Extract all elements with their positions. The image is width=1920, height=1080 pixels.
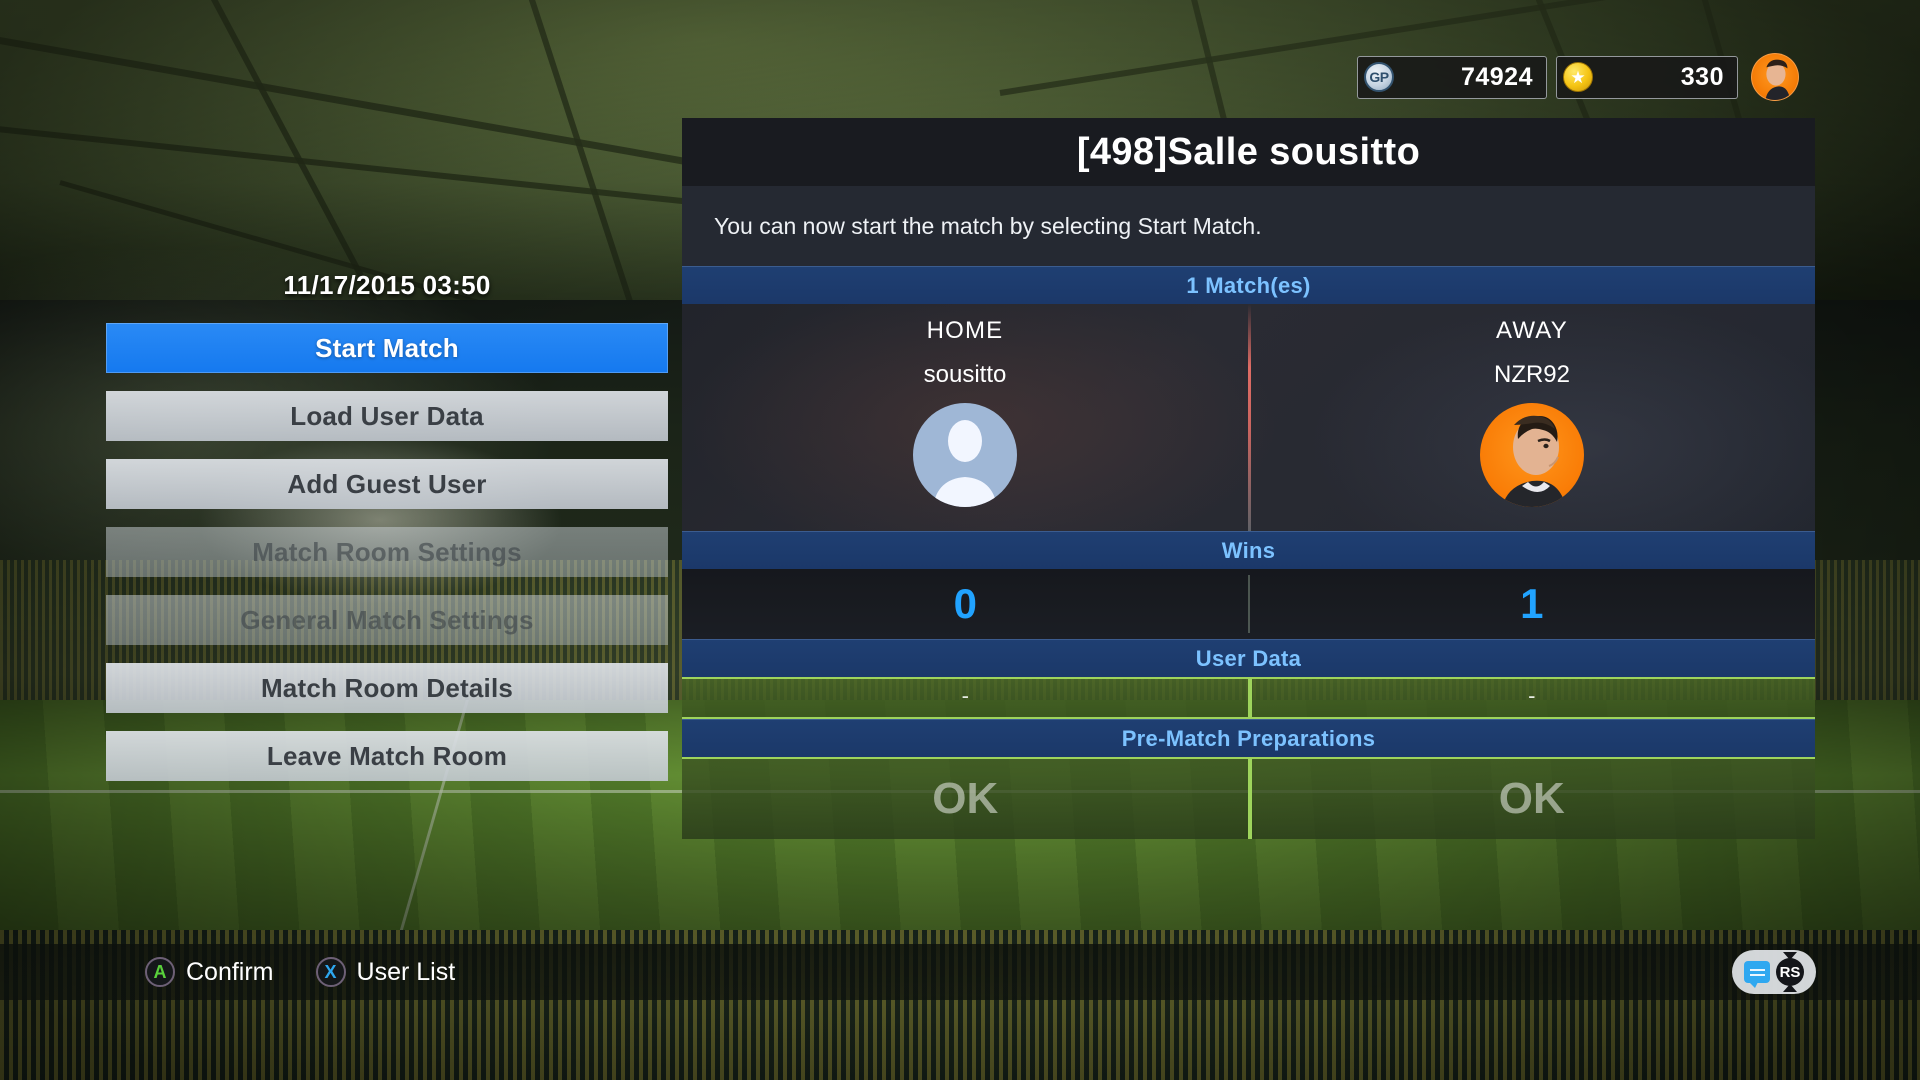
menu-item-add-guest-user[interactable]: Add Guest User — [106, 459, 668, 509]
right-stick-icon[interactable]: RS — [1776, 958, 1804, 986]
players-row: HOME sousitto AWAY NZR92 — [682, 304, 1815, 531]
user-data-section-bar: User Data — [682, 639, 1815, 677]
match-room-panel: [498]Salle sousitto You can now start th… — [682, 118, 1815, 839]
panel-title: [498]Salle sousitto — [682, 118, 1815, 186]
currency-hud: GP 74924 ★ 330 — [1357, 53, 1799, 101]
home-player-block[interactable]: HOME sousitto — [682, 304, 1248, 531]
home-side-label: HOME — [926, 317, 1004, 344]
menu-item-label: Match Room Settings — [252, 536, 522, 567]
away-user-data-value: - — [1528, 683, 1536, 708]
away-pre-match-cell: OK — [1249, 759, 1816, 839]
home-user-data-cell: - — [682, 679, 1249, 717]
home-player-name: sousitto — [923, 361, 1007, 388]
chat-bubble-icon[interactable] — [1744, 961, 1770, 988]
away-player-block[interactable]: AWAY NZR92 — [1249, 304, 1815, 531]
gp-coin-icon: GP — [1364, 62, 1394, 92]
chat-controls[interactable]: RS — [1732, 950, 1816, 994]
away-player-name: NZR92 — [1493, 361, 1571, 388]
hint-user-list-label: User List — [356, 957, 456, 986]
room-datetime: 11/17/2015 03:50 — [283, 270, 491, 300]
away-wins-cell: 1 — [1249, 569, 1816, 639]
match-count-bar: 1 Match(es) — [682, 266, 1815, 304]
hint-confirm[interactable]: A Confirm — [145, 957, 274, 987]
menu-item-label: Match Room Details — [260, 672, 514, 703]
menu-item-start-match[interactable]: Start Match — [106, 323, 668, 373]
hint-confirm-label: Confirm — [186, 957, 274, 986]
default-user-avatar — [913, 403, 1017, 507]
button-a-icon: A — [145, 957, 175, 987]
player-face-icon — [1502, 415, 1566, 507]
hint-user-list[interactable]: X User List — [315, 957, 456, 987]
menu-item-label: Start Match — [315, 332, 459, 363]
player-photo-avatar — [1480, 403, 1584, 507]
profile-avatar[interactable] — [1751, 53, 1799, 101]
wins-row: 0 1 — [682, 569, 1815, 639]
menu-item-label: Load User Data — [290, 400, 484, 431]
away-side-label: AWAY — [1496, 317, 1568, 344]
menu-item-general-match-settings: General Match Settings — [106, 595, 668, 645]
gp-amount: 74924 — [1460, 62, 1533, 91]
pre-match-row: OK OK — [682, 757, 1815, 839]
away-user-data-cell: - — [1249, 679, 1816, 717]
menu-item-label: General Match Settings — [240, 604, 534, 635]
gp-currency-pill[interactable]: GP 74924 — [1357, 55, 1547, 99]
pre-match-section-bar: Pre-Match Preparations — [682, 719, 1815, 757]
menu-item-load-user-data[interactable]: Load User Data — [106, 391, 668, 441]
home-wins-value: 0 — [953, 580, 977, 627]
bottom-hints: A Confirm X User List — [145, 957, 455, 987]
menu-item-label: Add Guest User — [287, 468, 487, 499]
home-pre-match-cell: OK — [682, 759, 1249, 839]
panel-description: You can now start the match by selecting… — [682, 186, 1815, 266]
user-silhouette-icon — [933, 420, 997, 507]
home-user-data-value: - — [961, 683, 969, 708]
profile-face-icon — [1765, 59, 1791, 100]
away-pre-match-value: OK — [1498, 774, 1565, 823]
left-menu-column: 11/17/2015 03:50 Start Match Load User D… — [106, 270, 668, 799]
button-x-icon: X — [315, 957, 346, 987]
home-pre-match-value: OK — [932, 774, 999, 823]
away-wins-value: 1 — [1520, 580, 1544, 627]
menu-item-match-room-settings: Match Room Settings — [106, 527, 668, 577]
menu-item-label: Leave Match Room — [266, 740, 508, 771]
menu-item-leave-match-room[interactable]: Leave Match Room — [106, 731, 668, 781]
bottom-hint-bar: A Confirm X User List RS — [0, 944, 1920, 1000]
coin-amount: 330 — [1680, 62, 1724, 91]
coin-currency-pill[interactable]: ★ 330 — [1556, 55, 1738, 99]
star-coin-icon: ★ — [1563, 62, 1593, 92]
user-data-row: - - — [682, 677, 1815, 719]
menu-item-match-room-details[interactable]: Match Room Details — [106, 663, 668, 713]
wins-section-bar: Wins — [682, 531, 1815, 569]
home-wins-cell: 0 — [682, 569, 1249, 639]
